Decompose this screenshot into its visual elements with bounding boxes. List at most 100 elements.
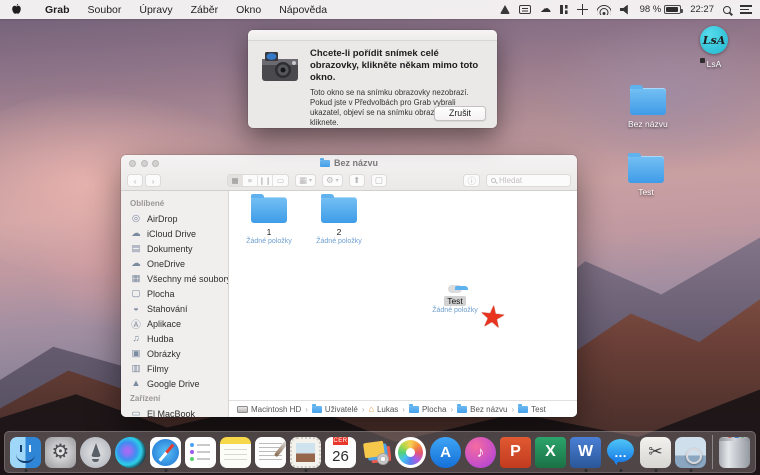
zoom-button[interactable] <box>152 160 159 167</box>
sidebar-item-google-drive[interactable]: ▲Google Drive <box>130 376 228 391</box>
running-indicator <box>24 469 27 472</box>
sidebar-item-applications[interactable]: ⒶAplikace <box>130 316 228 331</box>
parallels-status-icon[interactable] <box>560 5 568 14</box>
sidebar-item-desktop[interactable]: ▢Plocha <box>130 286 228 301</box>
sidebar-item-onedrive[interactable]: ☁OneDrive <box>130 256 228 271</box>
dock-trash[interactable] <box>718 432 751 472</box>
dock-itunes[interactable]: ♪ <box>464 432 497 472</box>
battery-indicator[interactable]: 98 % <box>640 4 682 15</box>
dialog-titlebar[interactable] <box>248 30 497 41</box>
dock-grab[interactable]: ✂ <box>639 432 672 472</box>
sidebar-item-movies[interactable]: ▥Filmy <box>130 361 228 376</box>
input-source-icon[interactable] <box>519 5 531 14</box>
dock-excel[interactable]: X <box>534 432 567 472</box>
menu-upravy[interactable]: Úpravy <box>130 4 181 16</box>
menu-zaber[interactable]: Záběr <box>182 4 227 16</box>
dock-powerpoint[interactable]: P <box>499 432 532 472</box>
path-segment-bez-nazvu[interactable]: Bez názvu <box>457 405 507 414</box>
column-view-button[interactable]: ❙❙ <box>258 175 273 186</box>
forward-button[interactable]: › <box>145 174 161 187</box>
path-segment-test[interactable]: Test <box>518 405 546 414</box>
search-input[interactable] <box>499 176 566 185</box>
folder-item-2[interactable]: 2 Žádné položky <box>307 197 371 245</box>
pictures-icon: ▣ <box>130 348 142 359</box>
dock-textedit[interactable] <box>254 432 287 472</box>
menu-napoveda[interactable]: Nápověda <box>270 4 336 16</box>
sidebar-item-pictures[interactable]: ▣Obrázky <box>130 346 228 361</box>
desktop-item-lsa[interactable]: LsA LsA <box>700 26 728 72</box>
cancel-button[interactable]: Zrušit <box>434 106 486 121</box>
folder-icon <box>518 406 528 413</box>
finder-content[interactable]: 1 Žádné položky 2 Žádné položky Test Žád… <box>229 191 577 400</box>
dock-finder[interactable] <box>9 432 42 472</box>
sidebar-item-all-files[interactable]: ▦Všechny mé soubory <box>130 271 228 286</box>
dock-stack-app[interactable] <box>359 432 392 472</box>
dock-reminders[interactable] <box>184 432 217 472</box>
share-button[interactable]: ⬆ <box>349 174 365 187</box>
trash-icon <box>719 437 750 468</box>
dock-safari[interactable] <box>149 432 182 472</box>
minimize-button[interactable] <box>141 160 148 167</box>
menu-okno[interactable]: Okno <box>227 4 270 16</box>
sidebar-item-documents[interactable]: ▤Dokumenty <box>130 241 228 256</box>
folder-item-count: Žádné položky <box>432 307 478 314</box>
desktop-folder-bez-nazvu[interactable]: Bez názvu <box>628 88 668 129</box>
wifi-icon[interactable] <box>597 5 611 15</box>
volume-icon[interactable] <box>620 5 631 15</box>
dock-launchpad[interactable] <box>79 432 112 472</box>
calendar-icon: ČER 26 <box>325 437 356 468</box>
sidebar-item-airdrop[interactable]: ◎AirDrop <box>130 211 228 226</box>
folder-icon <box>630 88 666 115</box>
back-button[interactable]: ‹ <box>127 174 143 187</box>
tags-button[interactable]: ▢ <box>371 174 387 187</box>
desktop-folder-test[interactable]: Test <box>628 156 664 197</box>
dock-messages[interactable]: … <box>604 432 637 472</box>
desktop-icon: ▢ <box>130 288 142 299</box>
dock-word[interactable]: W <box>569 432 602 472</box>
dock-calendar[interactable]: ČER 26 <box>324 432 357 472</box>
search-field[interactable] <box>486 174 571 187</box>
icon-view-button[interactable]: ▦ <box>228 175 243 186</box>
action-gear-button[interactable]: ⚙▾ <box>322 174 343 187</box>
dock-app-store[interactable]: A <box>429 432 462 472</box>
finder-sidebar: Oblíbené ◎AirDrop ☁iCloud Drive ▤Dokumen… <box>121 191 229 417</box>
sidebar-item-music[interactable]: ♫Hudba <box>130 331 228 346</box>
dock-siri[interactable] <box>114 432 147 472</box>
arrange-button[interactable]: ▦▾ <box>295 174 316 187</box>
notification-center-icon[interactable] <box>740 5 752 14</box>
crosshair-status-icon[interactable] <box>577 4 588 15</box>
onedrive-status-icon[interactable]: ☁ <box>540 5 551 14</box>
google-drive-status-icon[interactable] <box>500 5 510 14</box>
close-button[interactable] <box>129 160 136 167</box>
window-title-folder-icon <box>320 160 330 167</box>
menu-grab[interactable]: Grab <box>36 4 79 16</box>
dock-system-preferences[interactable]: ⚙ <box>44 432 77 472</box>
path-segment-plocha[interactable]: Plocha <box>409 405 446 414</box>
dock-mail[interactable] <box>289 432 322 472</box>
path-segment-lukas[interactable]: ⌂Lukas <box>369 405 399 414</box>
folder-icon <box>457 406 467 413</box>
running-indicator <box>304 469 307 472</box>
music-icon: ♫ <box>130 333 142 344</box>
dock-notes[interactable] <box>219 432 252 472</box>
path-segment-macintosh-hd[interactable]: Macintosh HD <box>237 405 301 414</box>
window-titlebar[interactable]: Bez názvu <box>121 155 577 171</box>
sidebar-item-downloads[interactable]: ◒Stahování <box>130 301 228 316</box>
running-indicator <box>584 469 587 472</box>
dock-preview[interactable] <box>674 432 707 472</box>
folder-item-test-selected[interactable]: Test Žádné položky <box>423 285 487 314</box>
info-button[interactable]: ⓘ <box>463 174 480 187</box>
dock-photos[interactable] <box>394 432 427 472</box>
sidebar-item-icloud[interactable]: ☁iCloud Drive <box>130 226 228 241</box>
spotlight-icon[interactable] <box>723 6 731 14</box>
coverflow-view-button[interactable]: ▭ <box>273 175 288 186</box>
applications-icon: Ⓐ <box>130 317 142 331</box>
folder-item-1[interactable]: 1 Žádné položky <box>237 197 301 245</box>
sidebar-item-el-macbook[interactable]: ▭El MacBook <box>130 406 228 417</box>
menu-soubor[interactable]: Soubor <box>79 4 131 16</box>
menu-clock[interactable]: 22:27 <box>690 4 714 15</box>
path-segment-uzivatele[interactable]: Uživatelé <box>312 405 358 414</box>
list-view-button[interactable]: ≡ <box>243 175 258 186</box>
home-icon: ⌂ <box>369 406 374 413</box>
apple-menu-icon[interactable] <box>11 3 22 16</box>
